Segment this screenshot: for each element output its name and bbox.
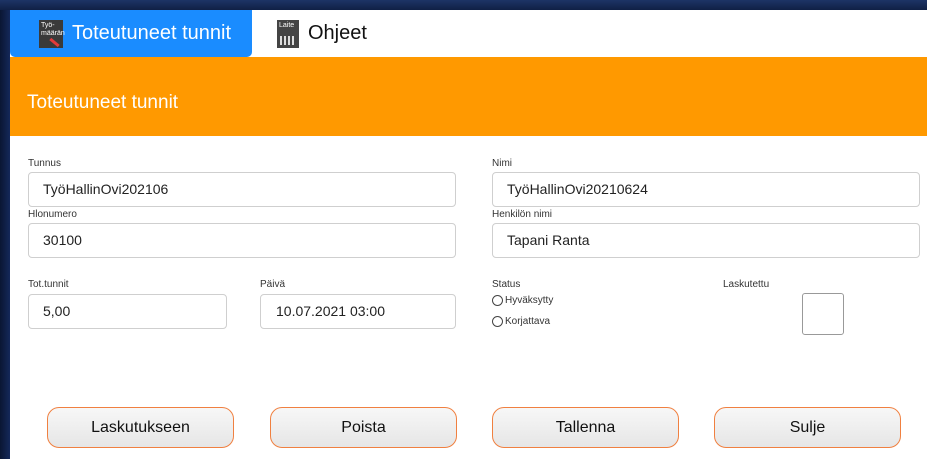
- nimi-field[interactable]: TyöHallinOvi20210624: [492, 172, 920, 207]
- status-label: Status: [492, 279, 521, 290]
- tunnus-label: Tunnus: [28, 158, 61, 169]
- status-option-label: Korjattava: [505, 316, 551, 327]
- time-report-icon: Työ- määrän: [39, 19, 65, 48]
- henkilon-nimi-label: Henkilön nimi: [492, 209, 553, 220]
- tab-icon-text: Laite: [279, 21, 295, 29]
- hlonumero-label: Hlonumero: [28, 209, 77, 220]
- sulje-button[interactable]: Sulje: [714, 407, 901, 448]
- tunnus-field[interactable]: TyöHallinOvi202106: [28, 172, 456, 207]
- status-option-label: Hyväksytty: [505, 295, 554, 306]
- poista-button[interactable]: Poista: [270, 407, 457, 448]
- tot-tunnit-field[interactable]: 5,00: [28, 294, 227, 329]
- tab-icon-text: Työ- määrän: [41, 21, 65, 37]
- hlonumero-field[interactable]: 30100: [28, 223, 456, 258]
- page-header: Toteutuneet tunnit: [10, 57, 927, 136]
- nimi-label: Nimi: [492, 158, 512, 169]
- paiva-label: Päivä: [260, 279, 286, 290]
- tab-bar: Työ- määrän Toteutuneet tunnit Laite Ohj…: [10, 10, 927, 57]
- desktop-background-edge: [0, 10, 10, 459]
- status-option-hyvaksytty[interactable]: Hyväksytty: [492, 295, 553, 306]
- laskutettu-checkbox[interactable]: [802, 293, 844, 335]
- radio-button[interactable]: [492, 316, 503, 327]
- laskutettu-label: Laskutettu: [723, 279, 770, 290]
- paiva-field[interactable]: 10.07.2021 03:00: [260, 294, 456, 329]
- tab-ohjeet[interactable]: Laite Ohjeet: [266, 10, 416, 57]
- radio-button[interactable]: [492, 295, 503, 306]
- desktop-background-strip: [0, 0, 927, 10]
- status-option-korjattava[interactable]: Korjattava: [492, 316, 550, 327]
- app-window: Työ- määrän Toteutuneet tunnit Laite Ohj…: [10, 10, 927, 459]
- laskutukseen-button[interactable]: Laskutukseen: [47, 407, 234, 448]
- tab-toteutuneet-tunnit[interactable]: Työ- määrän Toteutuneet tunnit: [10, 10, 252, 57]
- tab-label: Toteutuneet tunnit: [72, 22, 232, 44]
- tab-label: Ohjeet: [308, 22, 367, 44]
- device-icon: Laite: [277, 19, 299, 48]
- tallenna-button[interactable]: Tallenna: [492, 407, 679, 448]
- page-title: Toteutuneet tunnit: [27, 92, 179, 113]
- henkilon-nimi-field[interactable]: Tapani Ranta: [492, 223, 920, 258]
- tot-tunnit-label: Tot.tunnit: [28, 279, 69, 290]
